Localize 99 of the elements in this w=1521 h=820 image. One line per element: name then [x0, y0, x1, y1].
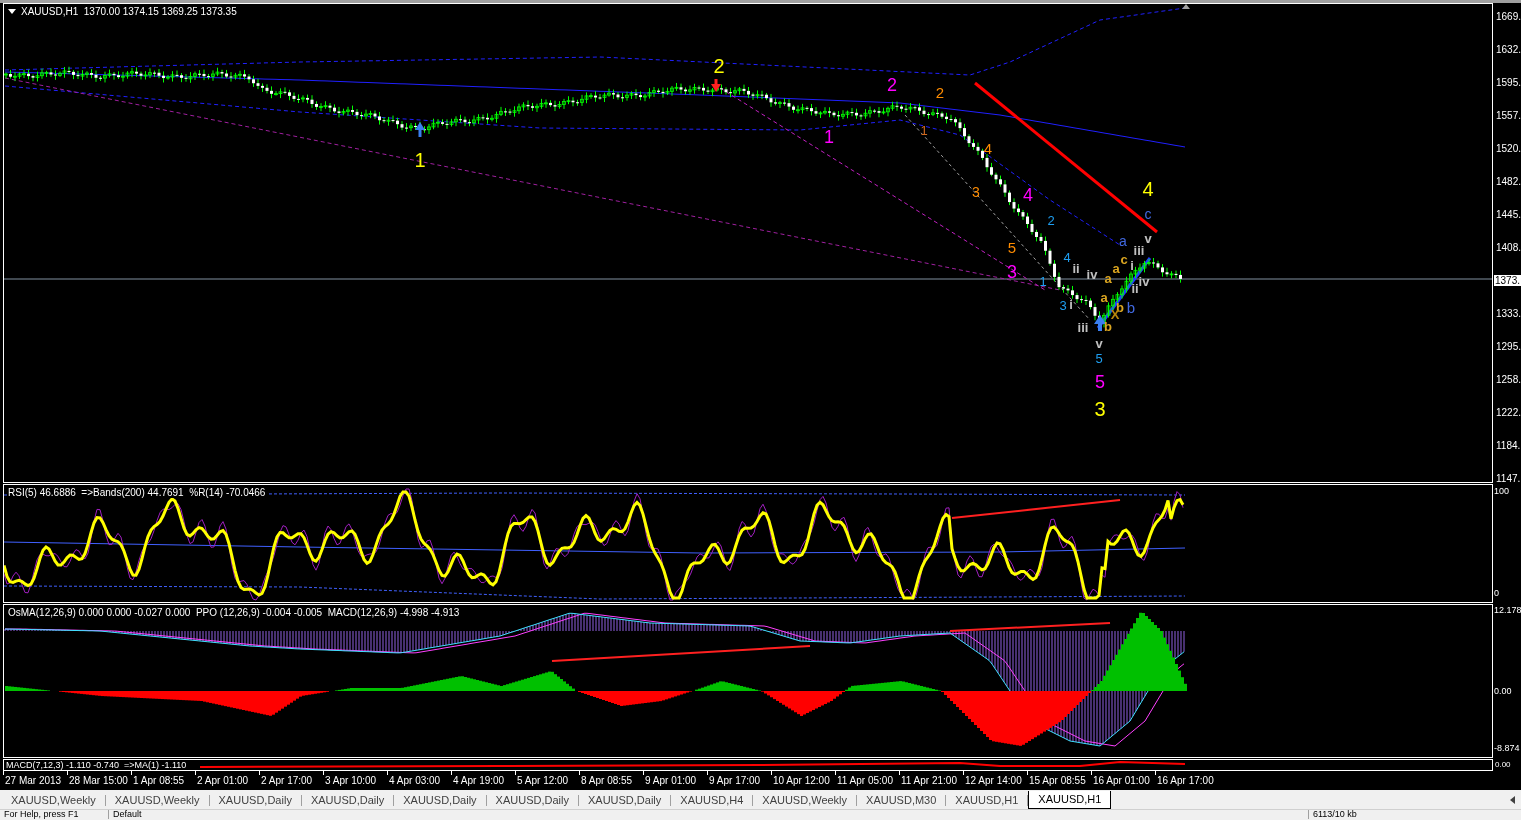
wave-label: v: [1095, 335, 1103, 351]
price-axis-label: 1669.: [1496, 10, 1521, 22]
time-axis-label: 4 Apr 19:00: [453, 774, 505, 786]
axis-label: 0.00: [1495, 759, 1511, 769]
price-axis-label: 1482.: [1496, 175, 1521, 187]
time-axis-label: 11 Apr 05:00: [837, 774, 893, 786]
wave-label: 4: [983, 140, 993, 158]
wave-label: 5: [1007, 239, 1017, 257]
price-axis-label: 1373.: [1494, 274, 1521, 286]
time-axis-label: 5 Apr 12:00: [517, 774, 569, 786]
axis-label: 0: [1494, 587, 1499, 599]
time-axis-label: 11 Apr 21:00: [901, 774, 957, 786]
price-axis-label: 1295.: [1496, 340, 1521, 352]
wave-label: 1: [1039, 273, 1047, 289]
indicator-header: MACD(7,12,3) -1.110 -0.740 =>MA(1) -1.110: [6, 759, 187, 770]
price-axis-label: 1445.: [1496, 208, 1521, 220]
wave-label: 1: [414, 149, 426, 171]
status-text: Default: [108, 810, 1308, 820]
wave-label: i: [1069, 296, 1073, 312]
chart-tab[interactable]: XAUUSD,Weekly: [105, 794, 210, 806]
time-axis-label: 28 Mar 15:00: [69, 774, 128, 786]
wave-label: 3: [1007, 262, 1017, 283]
wave-label: 5: [1095, 372, 1105, 393]
price-axis-label: 1632.: [1496, 43, 1521, 55]
wave-label: a: [1112, 260, 1120, 276]
up-arrow-icon: [1094, 314, 1106, 331]
wave-label: v: [1144, 230, 1152, 246]
price-axis-label: 1333.: [1496, 307, 1521, 319]
wave-label: ii: [1131, 280, 1139, 296]
wave-label: iii: [1077, 319, 1089, 335]
wave-label: b: [1126, 299, 1136, 317]
wave-label: 1: [824, 127, 834, 148]
wave-label: iii: [1133, 242, 1145, 258]
axis-label: -8.874: [1494, 742, 1520, 754]
wave-label: 5: [1095, 350, 1103, 366]
chart-tab[interactable]: XAUUSD,Daily: [301, 794, 395, 806]
indicator-header: RSI(5) 46.6886 =>Bands(200) 44.7691 %R(14) -70.0466: [8, 487, 268, 498]
chart-header: XAUUSD,H1 1370.00 1374.15 1369.25 1373.35: [21, 6, 237, 17]
wave-label: a: [1100, 289, 1108, 305]
time-axis-label: 15 Apr 08:55: [1029, 774, 1086, 786]
wave-label: b: [1104, 318, 1112, 334]
chart-tab[interactable]: XAUUSD,M30: [857, 794, 947, 806]
wave-label: 2: [887, 75, 897, 96]
time-axis-label: 27 Mar 2013: [5, 774, 62, 786]
chart-tab[interactable]: XAUUSD,H4: [671, 794, 754, 806]
time-axis-label: 3 Apr 10:00: [325, 774, 377, 786]
price-axis-label: 1595.: [1496, 76, 1521, 88]
wave-label: c: [1120, 251, 1128, 267]
wave-label: 2: [1047, 212, 1055, 228]
down-arrow-icon: [711, 78, 721, 92]
chart-tab[interactable]: XAUUSD,Daily: [578, 794, 672, 806]
wave-label: 3: [1059, 297, 1067, 313]
price-axis-label: 1258.: [1496, 373, 1521, 385]
price-axis-label: 1557.: [1496, 109, 1521, 121]
wave-label: iv: [1138, 273, 1150, 289]
chart-tab[interactable]: XAUUSD,Weekly: [2, 794, 106, 806]
wave-label: a: [1119, 232, 1127, 249]
axis-label: 12.178: [1494, 604, 1521, 616]
time-axis-label: 1 Apr 08:55: [133, 774, 185, 786]
price-axis-label: 1147.: [1496, 472, 1521, 484]
time-axis-label: 9 Apr 01:00: [645, 774, 697, 786]
wave-label: ii: [1072, 260, 1080, 276]
time-axis-label: 9 Apr 17:00: [709, 774, 761, 786]
price-axis-label: 1520.: [1496, 142, 1521, 154]
wave-label: c: [1144, 205, 1152, 222]
chart-tab[interactable]: XAUUSD,Weekly: [753, 794, 858, 806]
time-axis-label: 2 Apr 17:00: [261, 774, 313, 786]
time-axis-label: 16 Apr 17:00: [1157, 774, 1214, 786]
chart-tab[interactable]: XAUUSD,Daily: [209, 794, 302, 806]
wave-label: 4: [1023, 185, 1033, 206]
wave-label: a: [1104, 270, 1112, 286]
time-axis-label: 4 Apr 03:00: [389, 774, 441, 786]
wave-label: 3: [1094, 398, 1106, 420]
wave-label: 4: [1063, 249, 1071, 265]
price-axis-label: 1408.: [1496, 241, 1521, 253]
time-axis-label: 8 Apr 08:55: [581, 774, 633, 786]
wave-label: iv: [1086, 266, 1098, 282]
status-text: For Help, press F1: [3, 810, 80, 820]
dropdown-triangle-icon[interactable]: [8, 9, 16, 15]
chart-tab[interactable]: XAUUSD,Daily: [486, 794, 579, 806]
wave-label: 4: [1142, 178, 1154, 200]
chart-tab[interactable]: XAUUSD,Daily: [394, 794, 487, 806]
price-axis-label: 1184.: [1496, 439, 1521, 451]
wave-label: 1: [920, 122, 928, 138]
time-axis-label: 10 Apr 12:00: [773, 774, 830, 786]
wave-label: i: [1130, 257, 1134, 273]
indicator-header: OsMA(12,26,9) 0.000 0.000 -0.027 0.000 PPO (12,26,9) -0.004 -0.005 MACD(12,26,9) -4.998 -4.913: [8, 607, 460, 618]
axis-label: 0.00: [1494, 685, 1512, 697]
wave-label: 2: [713, 55, 725, 77]
status-text: 6113/10 kb: [1308, 810, 1357, 820]
time-axis-label: 12 Apr 14:00: [965, 774, 1022, 786]
time-axis-label: 2 Apr 01:00: [197, 774, 249, 786]
axis-label: 100: [1494, 485, 1510, 497]
time-axis-label: 16 Apr 01:00: [1093, 774, 1150, 786]
up-arrow-icon: [415, 121, 425, 137]
wave-label: 3: [972, 183, 980, 200]
wave-label: 2: [935, 84, 945, 102]
price-axis-label: 1222.: [1496, 406, 1521, 418]
scroll-left-icon[interactable]: [1510, 796, 1515, 805]
